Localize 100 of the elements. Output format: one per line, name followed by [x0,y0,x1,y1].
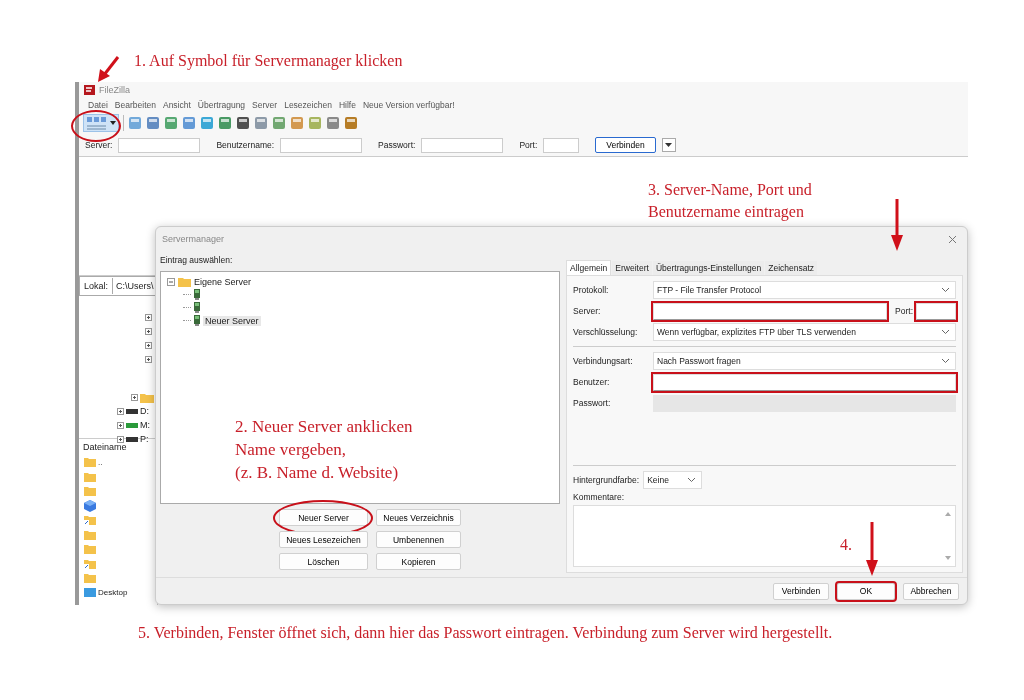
tab[interactable]: Allgemein [566,260,612,275]
app-logo-icon [84,85,95,95]
input-field[interactable] [916,302,956,320]
folder-icon [84,486,96,497]
drive-icon [126,422,138,428]
menu-item[interactable]: Hilfe [338,100,356,110]
dialog-button[interactable]: Löschen [279,553,368,570]
field-label: Port: [895,306,913,316]
input-field[interactable] [543,137,580,153]
expand-icon[interactable] [131,394,138,401]
menu-item[interactable]: Übertragung [197,100,246,110]
caret-icon [665,143,673,147]
dropdown[interactable]: Nach Passwort fragen [653,352,956,370]
dropdown[interactable]: Wenn verfügbar, explizites FTP über TLS verwenden [653,323,956,341]
menu-item[interactable]: Neue Version verfügbar! [362,100,455,110]
folder-icon [84,544,96,555]
close-icon[interactable] [948,234,957,244]
drive-icon [126,408,138,414]
dropdown[interactable]: Keine [643,471,703,489]
expand-icon[interactable] [145,314,152,321]
field-label: Port: [519,140,538,150]
toolbar-icon[interactable] [146,116,160,130]
toolbar-icon[interactable] [326,116,340,130]
chevron-icon [942,288,949,292]
local-label: Lokal: [80,278,114,294]
dialog-button[interactable]: Abbrechen [903,582,959,600]
toolbar-icon[interactable] [236,116,250,130]
field-label: Verbindungsart: [573,356,634,366]
tree-item[interactable]: Neuer Server [203,315,261,326]
chevron-icon [688,478,696,482]
scroll-up-icon[interactable] [945,512,951,516]
file-name[interactable]: Desktop [98,588,128,598]
arrow-icon [890,199,904,251]
chevron-icon [942,359,949,363]
toolbar-icon[interactable] [344,116,358,130]
caret-icon [110,121,116,125]
dialog-button[interactable]: Verbinden [773,582,829,600]
dialog-button[interactable]: Neues Lesezeichen [279,531,368,548]
dialog-button[interactable]: Neues Verzeichnis [376,509,461,526]
field-label: Server: [85,140,113,150]
toolbar-icon[interactable] [218,116,232,130]
menu-item[interactable]: Bearbeiten [114,100,156,110]
shortcut-folder-icon [84,558,96,569]
connect-button[interactable]: Verbinden [595,137,656,153]
file-name[interactable]: .. [98,457,103,467]
server-icon[interactable] [194,302,200,313]
server-icon[interactable] [194,289,200,300]
expand-icon[interactable] [117,421,124,429]
drive-label[interactable]: P: [140,434,149,444]
expand-icon[interactable] [145,328,152,335]
menu-item[interactable]: Lesezeichen [284,100,332,110]
tree-item[interactable]: Eigene Server [194,276,252,287]
arrow-icon [865,522,879,576]
expand-icon[interactable] [145,356,152,363]
window-title: FileZilla [99,85,130,95]
step-annotation: 4. [840,535,852,555]
dialog-button[interactable]: OK [837,582,895,600]
input-field[interactable] [421,137,504,153]
scroll-down-icon[interactable] [945,556,951,560]
input-field[interactable] [653,302,888,320]
desktop-icon [84,588,96,598]
dropdown-button[interactable] [661,138,676,152]
comments-field[interactable] [573,505,956,567]
folder-icon [140,392,154,403]
step-annotation: 1. Auf Symbol für Servermanager klicken [134,51,403,72]
step-annotation: 5. Verbinden, Fenster öffnet sich, dann hier das Passwort eintragen. Verbindung zum Server wird hergestellt. [138,623,833,644]
drive-label[interactable]: D: [140,406,149,416]
drive-label[interactable]: M: [140,420,150,430]
site-manager-button[interactable] [83,114,119,132]
path-field[interactable]: C:\Users\ [113,281,154,291]
input-field[interactable] [118,137,201,153]
field-label: Protokoll: [573,285,610,295]
section-label: Eintrag auswählen: [160,254,234,267]
folder-icon [84,529,96,540]
dialog-button[interactable]: Neuer Server [279,509,368,526]
dropdown[interactable]: FTP - File Transfer Protocol [653,281,956,299]
tab[interactable]: Übertragungs-Einstellungen [652,261,765,275]
dialog-title: Servermanager [162,234,225,244]
expand-icon[interactable] [145,342,152,349]
dialog-button[interactable]: Umbenennen [376,531,461,548]
cube-icon [84,499,96,512]
field-label: Benutzer: [573,377,611,387]
tab[interactable]: Erweitert [612,261,652,275]
shortcut-folder-icon [84,515,96,526]
collapse-icon[interactable] [167,277,175,286]
dialog-button[interactable]: Kopieren [376,553,461,570]
step-annotation: 2. Neuer Server anklicken Name vergeben, (z. B. Name d. Website) [235,416,413,484]
field-label: Benutzername: [216,140,275,150]
expand-icon[interactable] [117,407,124,415]
menu-item[interactable]: Ansicht [162,100,191,110]
arrow-icon [96,55,122,83]
menu-item[interactable]: Datei [88,100,108,110]
input-field[interactable] [280,137,363,153]
expand-icon[interactable] [117,435,124,443]
field-label: Kommentare: [573,492,626,502]
server-icon[interactable] [194,315,200,326]
input-field[interactable] [653,373,956,391]
menu-item[interactable]: Server [252,100,278,110]
tab[interactable]: Zeichensatz [765,261,818,275]
field-label: Verschlüsselung: [573,327,639,337]
